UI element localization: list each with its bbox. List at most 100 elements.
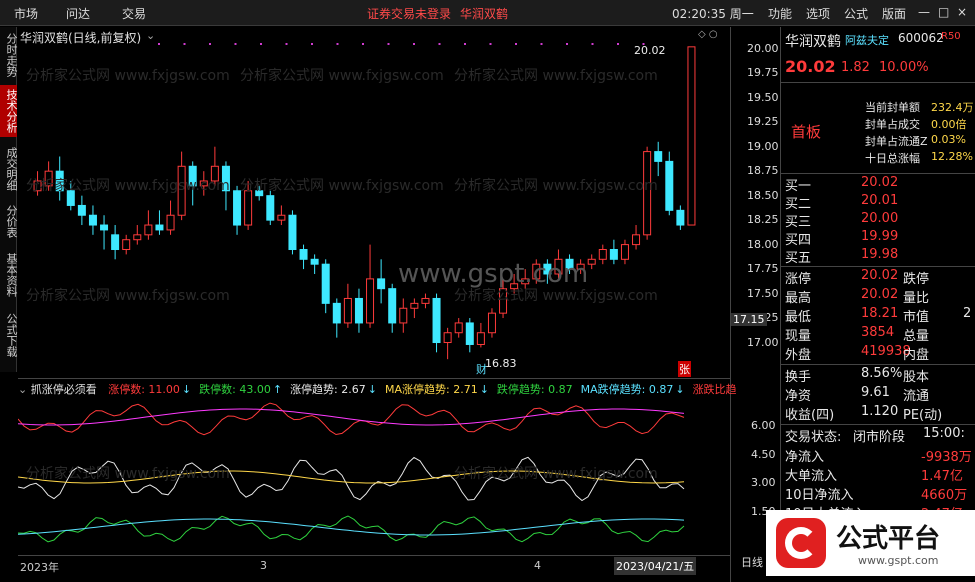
candle [432, 293, 441, 353]
candle [44, 161, 53, 191]
menu-options[interactable]: 选项 [806, 5, 830, 22]
price-tick: 18.00 [747, 237, 779, 251]
tab-trade-detail[interactable]: 成交明细 [0, 143, 18, 195]
menu-wenda[interactable]: 问达 [66, 5, 90, 22]
candle [166, 200, 175, 235]
signal-dot [413, 43, 415, 45]
close-button[interactable]: × [957, 5, 967, 19]
signal-dot [515, 43, 517, 45]
candle [454, 318, 463, 338]
seal-row: 十日总涨幅 12.28% [781, 150, 975, 169]
bid-price: 19.99 [861, 229, 899, 244]
fin-key: PE(动) [903, 408, 943, 423]
indicator-line [18, 518, 685, 536]
indicator-tick: 6.00 [751, 419, 776, 432]
candle [310, 254, 319, 274]
fin-row: 收益(四) 1.120 PE(动) [781, 404, 975, 423]
signal-dot [362, 43, 364, 45]
candle [33, 171, 42, 196]
maximize-button[interactable]: □ [938, 5, 949, 19]
signal-dot [234, 43, 237, 45]
fin-key: 流通 [903, 389, 930, 404]
rating-badge: R50 [941, 31, 961, 42]
candle [443, 327, 452, 360]
low-marker: 16.83 [485, 357, 517, 370]
price-change: 1.82 [841, 60, 870, 75]
tab-formula-download[interactable]: 公式下载 [0, 309, 18, 361]
divider [781, 364, 975, 365]
fin-key: 收益(四) [785, 408, 835, 423]
flow-value: 1.47亿 [921, 469, 963, 484]
diamond-icon[interactable]: ◇ ○ [698, 29, 718, 40]
tab-intraday[interactable]: 分时走势 [0, 29, 18, 81]
divider [781, 424, 975, 425]
kline-chart[interactable]: 华润双鹤(日线,前复权) ⌄ 20.02 16.83 财 张 ◇ ○ 分析家公式… [18, 27, 730, 377]
tab-daily[interactable]: 日线 [741, 554, 763, 570]
minimize-button[interactable]: — [918, 5, 930, 19]
price-tick: 17.50 [747, 286, 779, 300]
candle [687, 46, 696, 226]
candle [321, 259, 330, 314]
quote-key: 总量 [903, 329, 930, 344]
flow-key: 大单流入 [785, 469, 838, 484]
price-tick: 17.75 [747, 262, 779, 276]
price-axis: 20.00 19.75 19.50 19.25 19.00 18.75 18.50 18.25… [730, 27, 780, 582]
divider [781, 173, 975, 174]
login-notice[interactable]: 证券交易未登录 [367, 5, 451, 22]
logo: 公式平台 www.gspt.com [766, 510, 975, 576]
fin-key: 股本 [903, 370, 930, 385]
center-watermark: www.gspt.com [398, 259, 589, 289]
quote-value: 20.02 [861, 287, 899, 302]
candlestick-plot [33, 43, 696, 360]
flow-value: 4660万 [921, 488, 968, 503]
tab-technical[interactable]: 技术分析 [0, 85, 18, 137]
limit-up-mark[interactable]: 张 [678, 361, 691, 377]
finance-mark[interactable]: 财 [476, 361, 487, 377]
indicator-tick: 3.00 [751, 476, 776, 489]
candle [188, 161, 197, 206]
menu-layout[interactable]: 版面 [882, 5, 906, 22]
price-change-pct: 10.00% [879, 60, 929, 75]
stock-code: 600062 [898, 31, 944, 45]
menu-function[interactable]: 功能 [768, 5, 792, 22]
concept-tag[interactable]: 阿兹夫定 [845, 32, 889, 48]
bids-row: 买四 19.99 [781, 229, 975, 248]
seal-value: 0.00倍 [931, 118, 967, 131]
flow-key: 净流入 [785, 450, 825, 465]
menu-formula[interactable]: 公式 [844, 5, 868, 22]
seal-value: 232.4万 [931, 101, 974, 114]
header-stock-name: 华润双鹤 [460, 7, 509, 21]
quote-value: 20.02 [861, 268, 899, 283]
candle [88, 205, 97, 235]
fin-value: 1.120 [861, 404, 899, 419]
quote-key: 现量 [785, 329, 812, 344]
candle [421, 293, 430, 309]
candle [155, 210, 164, 235]
seal-value: 0.03% [931, 133, 966, 146]
g-logo-icon [776, 518, 826, 568]
logo-url: www.gspt.com [858, 554, 939, 567]
indicator-pane[interactable]: ⌄ 抓涨停必须看 涨停数: 11.00 ↓ 跌停数: 43.00 ↑ 涨停趋势: 2.6… [18, 378, 737, 553]
candle [632, 225, 641, 250]
signal-dot [311, 43, 313, 45]
candle [221, 161, 230, 211]
price-tick: 19.00 [747, 139, 779, 153]
menu-trade[interactable]: 交易 [122, 5, 146, 22]
fin-value: 8.56% [861, 366, 903, 381]
price-tick: 18.75 [747, 164, 779, 178]
date-label: 2023年 [20, 561, 59, 574]
tab-price-table[interactable]: 分价表 [0, 201, 18, 241]
seal-key: 十日总涨幅 [865, 152, 920, 165]
candle [598, 244, 607, 265]
last-price: 20.02 [785, 57, 836, 76]
flows-row: 净流入 -9938万 [781, 446, 975, 465]
candle [665, 151, 674, 216]
menu-market[interactable]: 市场 [14, 5, 38, 22]
quote-key: 跌停 [903, 272, 930, 287]
candle [288, 210, 297, 255]
high-marker: 20.02 [634, 44, 666, 57]
tab-basic-info[interactable]: 基本资料 [0, 249, 18, 301]
candle [77, 195, 86, 226]
bids-row: 买一 20.02 [781, 175, 975, 194]
signal-dot [566, 43, 568, 45]
